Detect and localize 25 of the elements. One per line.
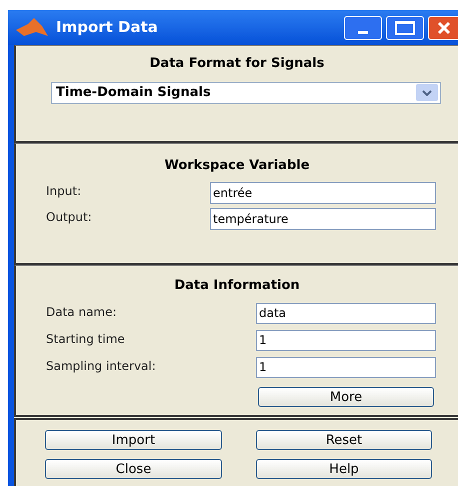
dialog-button[interactable]: Import [45, 430, 222, 450]
minimize-button[interactable] [344, 16, 382, 40]
text-field[interactable]: 1 [256, 356, 436, 378]
field-label: Output: [46, 208, 93, 226]
field-label: Data name: [46, 304, 118, 320]
panel-title: Data Information [173, 277, 301, 295]
text-field[interactable]: data [256, 302, 436, 324]
text-field[interactable]: entrée [210, 182, 436, 204]
panel-title: Data Format for Signals [148, 55, 326, 73]
close-button[interactable] [428, 16, 458, 40]
close-icon [436, 20, 450, 34]
text-field[interactable]: température [210, 208, 436, 230]
text-field[interactable]: 1 [256, 330, 436, 350]
window-title: Import Data [56, 17, 159, 38]
format-dropdown[interactable]: Time-Domain Signals [51, 82, 441, 104]
dialog-button[interactable]: Reset [256, 430, 432, 450]
field-label: Input: [46, 182, 82, 200]
dialog-button[interactable]: Help [256, 459, 432, 479]
field-label: Starting time [46, 330, 126, 348]
panel-title: Workspace Variable [163, 157, 311, 175]
field-label: Sampling interval: [46, 358, 157, 374]
app-logo-icon [16, 18, 48, 38]
dialog-button[interactable]: Close [45, 459, 222, 479]
maximize-button[interactable] [386, 16, 424, 40]
dialog-button[interactable]: More [258, 387, 434, 407]
